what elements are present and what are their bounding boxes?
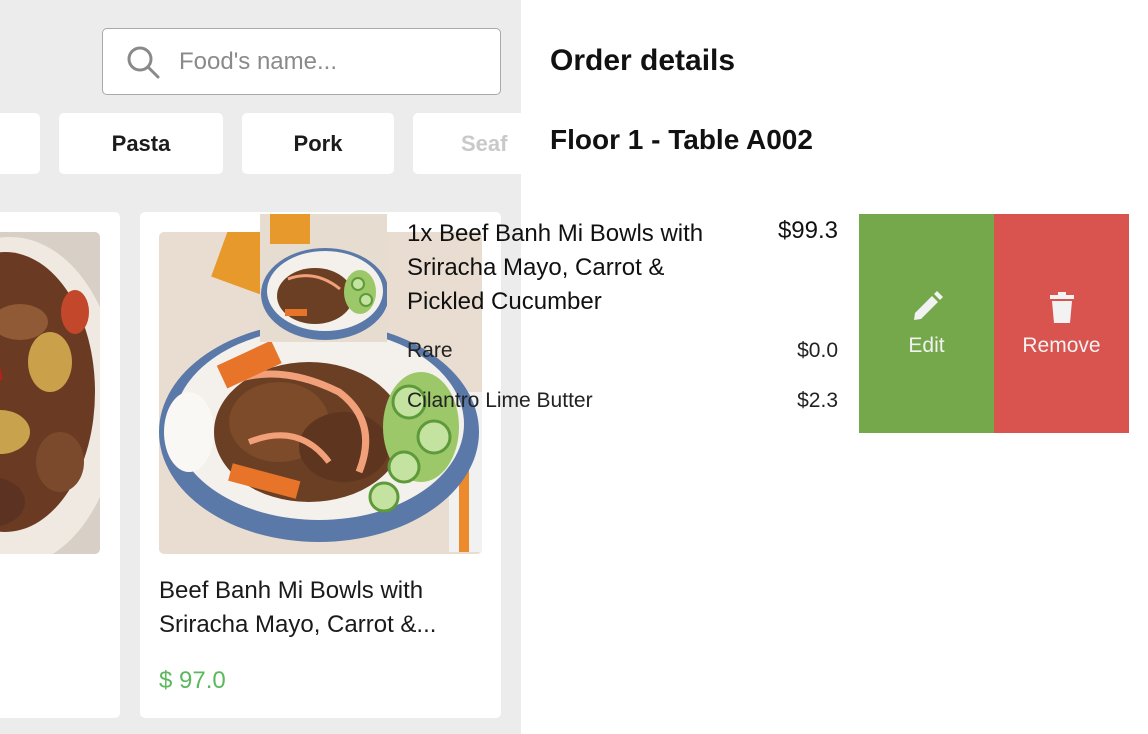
remove-button[interactable]: Remove — [994, 214, 1129, 433]
food-name: Beef Banh Mi Bowls with Sriracha Mayo, C… — [159, 577, 437, 638]
order-title: Order details — [550, 44, 736, 77]
food-image — [0, 232, 100, 554]
item-option: Rare $0.0 — [407, 339, 838, 363]
category-chip[interactable] — [0, 113, 40, 174]
category-chip-seafood[interactable]: Seaf — [413, 113, 521, 174]
edit-label: Edit — [908, 333, 945, 357]
item-thumbnail — [260, 214, 387, 342]
food-card[interactable] — [0, 212, 120, 718]
item-price: $99.3 — [777, 217, 838, 244]
item-option: Cilantro Lime Butter $2.3 — [407, 389, 838, 413]
option-name: Rare — [407, 339, 453, 362]
table-label: Floor 1 - Table A002 — [550, 124, 813, 155]
category-chip-pork[interactable]: Pork — [242, 113, 394, 174]
search-box[interactable] — [102, 28, 501, 95]
category-chip-pasta[interactable]: Pasta — [59, 113, 223, 174]
order-item[interactable]: 1x Beef Banh Mi Bowls with Sriracha Mayo… — [260, 214, 840, 434]
search-icon — [127, 46, 160, 79]
item-name: 1x Beef Banh Mi Bowls with Sriracha Mayo… — [407, 220, 704, 315]
pencil-icon — [913, 290, 943, 320]
edit-button[interactable]: Edit — [859, 214, 994, 433]
option-name: Cilantro Lime Butter — [407, 389, 593, 412]
option-price: $0.0 — [797, 339, 838, 362]
food-price: $ 97.0 — [159, 667, 226, 694]
option-price: $2.3 — [797, 389, 838, 412]
search-input[interactable] — [179, 43, 479, 81]
remove-label: Remove — [1022, 333, 1101, 357]
trash-icon — [1049, 291, 1074, 323]
